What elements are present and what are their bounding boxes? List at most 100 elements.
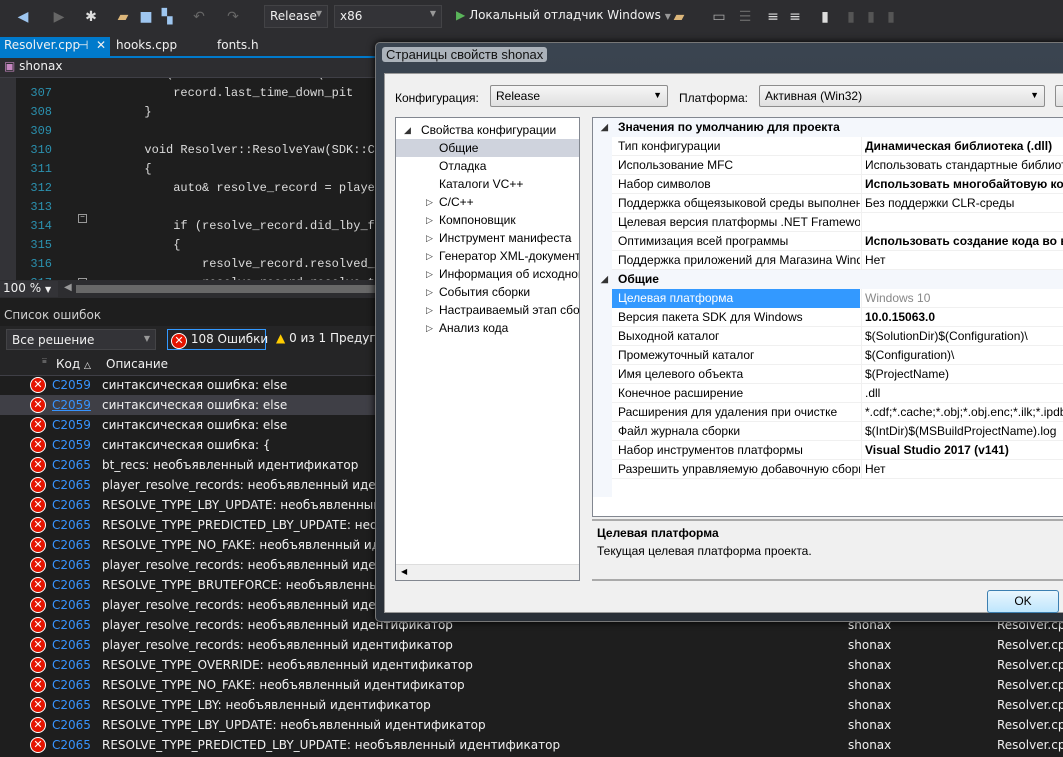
error-row[interactable]: ✕ C2065 RESOLVE_TYPE_LBY: необъявленный ид… [0,695,1063,715]
property-value[interactable]: $(Configuration)\ [861,346,1063,365]
configuration-manager-button[interactable] [1055,85,1063,107]
open-folder-icon[interactable]: ▰ [114,8,132,26]
pin-icon[interactable]: ⊣ [78,38,88,52]
filter-icon[interactable]: ⩸ [42,356,47,366]
error-code-link[interactable]: C2065 [52,535,91,555]
tree-item[interactable]: Каталоги VC++ [396,175,579,193]
warnings-filter-button[interactable]: ▲ 0 из 1 Предупр [276,331,385,345]
tab-hooks-cpp[interactable]: hooks.cpp [112,37,181,56]
tree-item[interactable]: ▷ События сборки [396,283,579,301]
property-value[interactable]: Использовать многобайтовую кодировку [861,175,1063,194]
property-value[interactable]: Использовать создание кода во время комп… [861,232,1063,251]
error-row[interactable]: ✕ C2065 RESOLVE_TYPE_LBY_UPDATE: необъявле… [0,715,1063,735]
column-code[interactable]: Код △ [56,357,91,371]
scroll-left-icon[interactable]: ◀ [64,282,72,293]
error-code-link[interactable]: C2065 [52,555,91,575]
expand-icon[interactable]: ▷ [426,265,433,283]
find-in-files-icon[interactable]: ▰ [670,8,688,26]
property-value[interactable]: $(IntDir)$(MSBuildProjectName).log [861,422,1063,441]
redo-icon[interactable]: ↷ [224,8,242,26]
property-value[interactable]: 10.0.15063.0 [861,308,1063,327]
property-value[interactable]: Использовать стандартные библиотеки Wind… [861,156,1063,175]
tree-item[interactable]: Отладка [396,157,579,175]
tree-item[interactable]: ▷ Инструмент манифеста [396,229,579,247]
tree-item[interactable]: ▷ Настраиваемый этап сборки [396,301,579,319]
property-category[interactable]: ◢ Значения по умолчанию для проекта [593,118,1063,137]
scope-select[interactable]: Все решение ▼ [6,329,156,350]
expand-icon[interactable]: ▷ [426,229,433,247]
expand-icon[interactable]: ▷ [426,283,433,301]
property-row[interactable]: Поддержка приложений для Магазина Window… [612,251,1063,270]
tree-horizontal-scrollbar[interactable]: ◀ [396,564,579,580]
property-row[interactable]: Тип конфигурации Динамическая библиотека … [612,137,1063,156]
property-row[interactable]: Набор инструментов платформы Visual Studi… [612,441,1063,460]
property-row[interactable]: Разрешить управляемую добавочную сборку Н… [612,460,1063,479]
new-project-icon[interactable]: ✱ [82,8,100,26]
error-code-link[interactable]: C2065 [52,635,91,655]
property-row[interactable]: Целевая версия платформы .NET Framework [612,213,1063,232]
expanded-icon[interactable]: ◢ [601,118,608,137]
error-code-link[interactable]: C2065 [52,735,91,755]
bookmark-icon[interactable]: ▮ [816,8,834,26]
tree-item[interactable]: ▷ C/C++ [396,193,579,211]
undo-icon[interactable]: ↶ [190,8,208,26]
solution-platform-select[interactable]: x86 ▼ [334,5,442,28]
property-row[interactable]: Промежуточный каталог $(Configuration)\ [612,346,1063,365]
expand-icon[interactable]: ▷ [426,211,433,229]
errors-filter-button[interactable]: ✕ 108 Ошибки [167,329,268,350]
expand-icon[interactable]: ▷ [426,193,433,211]
comment-icon[interactable]: ≡ [764,8,782,26]
property-value[interactable]: $(ProjectName) [861,365,1063,384]
solution-config-select[interactable]: Release ▼ [264,5,328,28]
property-value[interactable] [861,213,1063,232]
expand-icon[interactable]: ▷ [426,319,433,337]
property-row[interactable]: Файл журнала сборки $(IntDir)$(MSBuildPro… [612,422,1063,441]
save-all-icon[interactable]: ▚ [158,8,176,26]
error-code-link[interactable]: C2065 [52,675,91,695]
property-row[interactable]: Набор символов Использовать многобайтовую… [612,175,1063,194]
tree-item[interactable]: ◢ Свойства конфигурации [396,121,579,139]
property-value[interactable]: Visual Studio 2017 (v141) [861,441,1063,460]
ok-button[interactable]: OK [987,590,1059,613]
error-row[interactable]: ✕ C2065 player_resolve_records: необъявлен… [0,635,1063,655]
property-row[interactable]: Поддержка общеязыковой среды выполнения Б… [612,194,1063,213]
tree-item[interactable]: ▷ Анализ кода [396,319,579,337]
property-value[interactable]: *.cdf;*.cache;*.obj;*.obj.enc;*.ilk;*.ip… [861,403,1063,422]
property-row[interactable]: Выходной каталог $(SolutionDir)$(Configur… [612,327,1063,346]
error-code-link[interactable]: C2065 [52,655,91,675]
property-value[interactable]: Нет [861,251,1063,270]
error-row[interactable]: ✕ C2065 RESOLVE_TYPE_NO_FAKE: необъявленны… [0,675,1063,695]
property-row[interactable]: Конечное расширение .dll [612,384,1063,403]
property-value[interactable]: Без поддержки CLR-среды [861,194,1063,213]
prev-bookmark-icon[interactable]: ▮ [842,8,860,26]
error-code-link[interactable]: C2059 [52,395,91,415]
error-code-link[interactable]: C2065 [52,495,91,515]
property-row[interactable]: Оптимизация всей программы Использовать с… [612,232,1063,251]
select-icon[interactable]: ▭ [710,8,728,26]
tab-fonts-h[interactable]: fonts.h [213,37,263,56]
close-icon[interactable]: ✕ [96,38,106,52]
error-code-link[interactable]: C2065 [52,475,91,495]
collapse-icon[interactable]: − [78,214,87,223]
error-code-link[interactable]: C2059 [52,375,91,395]
format-icon[interactable]: ☰ [736,8,754,26]
property-row[interactable]: Версия пакета SDK для Windows 10.0.15063.… [612,308,1063,327]
horizontal-scrollbar[interactable] [76,285,376,293]
expand-icon[interactable]: ▷ [426,247,433,265]
expand-icon[interactable]: ▷ [426,301,433,319]
save-icon[interactable]: ■ [137,8,155,26]
platform-select[interactable]: Активная (Win32) ▼ [759,85,1045,107]
clear-bookmarks-icon[interactable]: ▮ [882,8,900,26]
error-row[interactable]: ✕ C2065 RESOLVE_TYPE_PREDICTED_LBY_UPDATE:… [0,735,1063,755]
error-code-link[interactable]: C2065 [52,695,91,715]
forward-icon[interactable]: ▶ [50,8,68,26]
column-description[interactable]: Описание [106,357,168,371]
property-value[interactable]: $(SolutionDir)$(Configuration)\ [861,327,1063,346]
back-icon[interactable]: ◀ [14,8,32,26]
property-value[interactable]: Нет [861,460,1063,479]
error-code-link[interactable]: C2065 [52,515,91,535]
property-row[interactable]: Целевая платформа Windows 10 [612,289,1063,308]
zoom-select[interactable]: 100 % ▼ [0,281,58,297]
property-value[interactable]: Windows 10 [861,289,1063,308]
configuration-select[interactable]: Release ▼ [490,85,668,107]
